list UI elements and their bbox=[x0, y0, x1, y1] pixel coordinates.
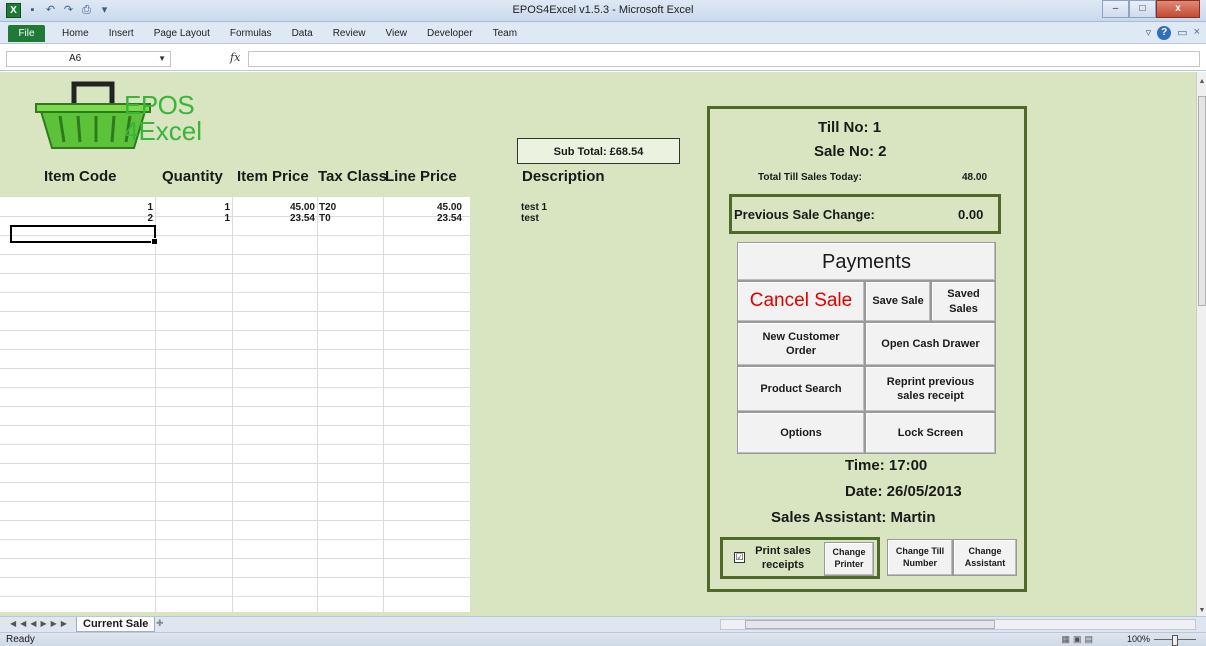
time-display: Time: 17:00 bbox=[845, 457, 928, 474]
row2-line-price[interactable]: 23.54 bbox=[386, 213, 462, 224]
tab-data[interactable]: Data bbox=[292, 28, 313, 39]
formula-input[interactable] bbox=[248, 51, 1200, 67]
row1-description[interactable]: test 1 bbox=[521, 202, 547, 213]
row1-line-price[interactable]: 45.00 bbox=[386, 202, 462, 213]
tab-file[interactable]: File bbox=[8, 25, 45, 42]
close-workbook-icon[interactable]: × bbox=[1194, 26, 1200, 40]
status-bar: Ready ▦▣▤ 100% bbox=[0, 632, 1206, 646]
help-icon[interactable]: ? bbox=[1157, 26, 1172, 40]
tab-page-layout[interactable]: Page Layout bbox=[154, 28, 210, 39]
tab-home[interactable]: Home bbox=[62, 28, 89, 39]
print-receipts-checkbox[interactable]: ☑ bbox=[734, 552, 745, 563]
vertical-scroll-thumb[interactable] bbox=[1198, 96, 1206, 306]
window-controls: – □ x bbox=[1102, 0, 1200, 18]
row1-quantity[interactable]: 1 bbox=[158, 202, 230, 213]
title-bar: X ▪ ↶ ↷ ⎙ ▾ EPOS4Excel v1.5.3 - Microsof… bbox=[0, 0, 1206, 22]
saved-sales-button[interactable]: Saved Sales bbox=[931, 281, 996, 322]
col-header-tax-class: Tax Class bbox=[318, 168, 387, 185]
zoom-slider[interactable] bbox=[1154, 635, 1196, 646]
sub-total-box: Sub Total: £68.54 bbox=[517, 138, 680, 164]
minimize-button[interactable]: – bbox=[1102, 0, 1129, 18]
cancel-sale-button[interactable]: Cancel Sale bbox=[737, 281, 865, 322]
col-header-description: Description bbox=[522, 168, 605, 185]
scroll-down-icon[interactable]: ▼ bbox=[1197, 607, 1206, 614]
row1-item-price[interactable]: 45.00 bbox=[235, 202, 315, 213]
name-box-value: A6 bbox=[69, 53, 82, 64]
tab-review[interactable]: Review bbox=[333, 28, 366, 39]
product-search-button[interactable]: Product Search bbox=[737, 366, 865, 412]
row2-tax-class[interactable]: T0 bbox=[319, 213, 331, 224]
sheet-nav-icons[interactable]: ◀◀◀▶▶▶ bbox=[10, 619, 71, 628]
formula-bar: A6 ▼ fx bbox=[0, 45, 1206, 71]
close-button[interactable]: x bbox=[1156, 0, 1200, 18]
logo-text-4excel: 4Excel bbox=[124, 116, 203, 146]
name-box[interactable]: A6 ▼ bbox=[6, 51, 171, 67]
maximize-button[interactable]: □ bbox=[1129, 0, 1156, 18]
horizontal-scrollbar[interactable] bbox=[720, 619, 1196, 630]
row1-tax-class[interactable]: T20 bbox=[319, 202, 336, 213]
selected-cell-a6[interactable] bbox=[10, 225, 158, 245]
row2-description[interactable]: test bbox=[521, 213, 539, 224]
date-display: Date: 26/05/2013 bbox=[845, 483, 962, 500]
scroll-up-icon[interactable]: ▲ bbox=[1197, 78, 1206, 85]
tab-view[interactable]: View bbox=[385, 28, 407, 39]
restore-workbook-icon[interactable]: ▭ bbox=[1177, 26, 1187, 40]
total-sales-value: 48.00 bbox=[962, 172, 988, 183]
worksheet[interactable]: EPOS 4Excel Item Code Quantity Item Pric… bbox=[0, 72, 1196, 616]
name-box-dropdown-icon[interactable]: ▼ bbox=[158, 52, 166, 66]
insert-sheet-icon[interactable]: ✚ bbox=[156, 618, 164, 629]
change-till-number-button[interactable]: Change Till Number bbox=[887, 539, 953, 576]
col-header-line-price: Line Price bbox=[385, 168, 457, 185]
horizontal-scroll-thumb[interactable] bbox=[745, 620, 995, 629]
sheet-tab-current-sale[interactable]: Current Sale bbox=[76, 617, 156, 632]
change-assistant-button[interactable]: Change Assistant bbox=[953, 539, 1017, 576]
insert-function-icon[interactable]: fx bbox=[230, 51, 240, 64]
sale-number: Sale No: 2 bbox=[814, 143, 887, 160]
lock-screen-button[interactable]: Lock Screen bbox=[865, 412, 996, 454]
print-receipts-label: Print sales receipts bbox=[755, 545, 811, 572]
open-cash-drawer-button[interactable]: Open Cash Drawer bbox=[865, 322, 996, 366]
vertical-scrollbar[interactable]: ▲ ▼ bbox=[1196, 72, 1206, 616]
options-button[interactable]: Options bbox=[737, 412, 865, 454]
status-ready: Ready bbox=[6, 634, 35, 645]
zoom-level[interactable]: 100% bbox=[1127, 634, 1150, 644]
ribbon-tabs: File Home Insert Page Layout Formulas Da… bbox=[0, 22, 1206, 44]
col-header-item-code: Item Code bbox=[44, 168, 117, 185]
tab-developer[interactable]: Developer bbox=[427, 28, 473, 39]
total-sales-label: Total Till Sales Today: bbox=[758, 172, 862, 183]
tab-insert[interactable]: Insert bbox=[109, 28, 134, 39]
tab-formulas[interactable]: Formulas bbox=[230, 28, 272, 39]
row2-item-price[interactable]: 23.54 bbox=[235, 213, 315, 224]
minimize-ribbon-icon[interactable]: ▿ bbox=[1146, 26, 1152, 40]
col-header-quantity: Quantity bbox=[162, 168, 223, 185]
sales-assistant-display: Sales Assistant: Martin bbox=[771, 509, 936, 526]
row2-item-code[interactable]: 2 bbox=[10, 213, 153, 224]
tab-team[interactable]: Team bbox=[493, 28, 517, 39]
previous-sale-change-label: Previous Sale Change: bbox=[734, 207, 875, 222]
payments-button[interactable]: Payments bbox=[737, 242, 996, 281]
previous-sale-change-value: 0.00 bbox=[958, 207, 984, 222]
save-sale-button[interactable]: Save Sale bbox=[865, 281, 931, 322]
sales-grid[interactable] bbox=[0, 197, 470, 612]
row1-item-code[interactable]: 1 bbox=[10, 202, 153, 213]
reprint-receipt-button[interactable]: Reprint previous sales receipt bbox=[865, 366, 996, 412]
row2-quantity[interactable]: 1 bbox=[158, 213, 230, 224]
change-printer-button[interactable]: Change Printer bbox=[824, 542, 874, 576]
col-header-item-price: Item Price bbox=[237, 168, 309, 185]
till-number: Till No: 1 bbox=[818, 119, 882, 136]
new-customer-order-button[interactable]: New Customer Order bbox=[737, 322, 865, 366]
view-buttons-icon[interactable]: ▦▣▤ bbox=[1061, 634, 1096, 645]
window-title: EPOS4Excel v1.5.3 - Microsoft Excel bbox=[512, 4, 694, 16]
